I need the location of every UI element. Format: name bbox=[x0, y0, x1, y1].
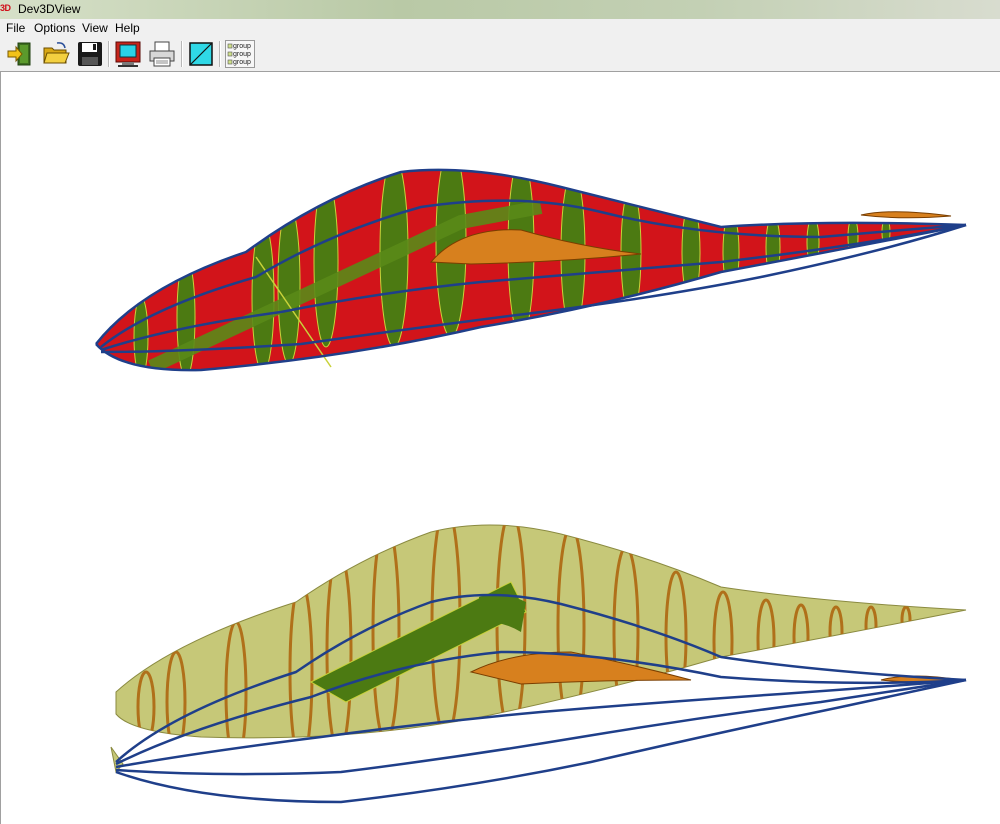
menu-options[interactable]: Options bbox=[34, 21, 75, 35]
toolbar: group group group bbox=[0, 37, 1000, 72]
toolbar-separator bbox=[219, 41, 221, 67]
fuselage-solid-view bbox=[95, 168, 967, 372]
printer-icon bbox=[149, 41, 175, 67]
app-icon: 3D bbox=[0, 3, 11, 13]
save-disk-icon bbox=[78, 42, 102, 66]
color-swatch-icon bbox=[189, 42, 213, 66]
toolbar-separator bbox=[181, 41, 183, 67]
display-monitor-icon bbox=[115, 41, 141, 67]
fuselage-skeleton-view bbox=[110, 524, 967, 804]
display-button[interactable] bbox=[114, 40, 142, 68]
title-bar: 3D Dev3DView bbox=[0, 0, 1000, 20]
open-folder-icon bbox=[43, 42, 70, 64]
exit-door-icon bbox=[7, 42, 31, 66]
group-label: group bbox=[233, 59, 251, 66]
group-list-icon: group group group bbox=[225, 40, 255, 68]
toolbar-separator bbox=[108, 41, 110, 67]
menu-file[interactable]: File bbox=[6, 21, 25, 35]
open-button[interactable] bbox=[42, 40, 70, 68]
group-label: group bbox=[233, 43, 251, 50]
fuselage-skin bbox=[115, 524, 967, 739]
print-button[interactable] bbox=[148, 40, 176, 68]
color-button[interactable] bbox=[187, 40, 215, 68]
group-label: group bbox=[233, 51, 251, 58]
menu-view[interactable]: View bbox=[82, 21, 108, 35]
group-button[interactable]: group group group bbox=[225, 40, 255, 68]
menu-bar: File Options View Help bbox=[0, 19, 1000, 38]
3d-viewport[interactable] bbox=[0, 72, 1000, 824]
menu-help[interactable]: Help bbox=[115, 21, 140, 35]
save-button[interactable] bbox=[76, 40, 104, 68]
exit-button[interactable] bbox=[6, 40, 34, 68]
window-title: Dev3DView bbox=[18, 2, 81, 16]
